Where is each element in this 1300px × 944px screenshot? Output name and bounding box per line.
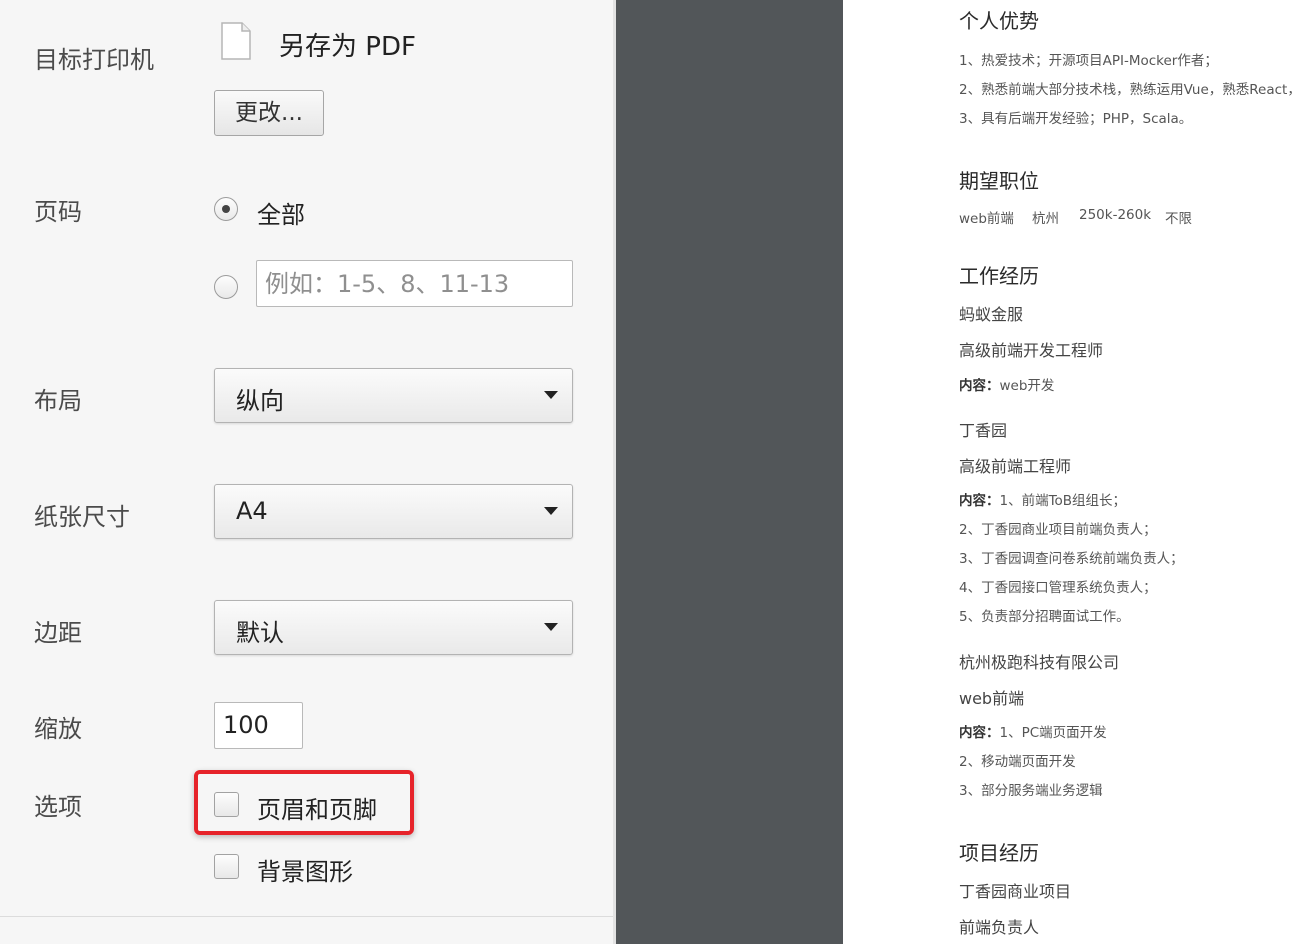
job-content: 内容：1、前端ToB组组长； <box>959 489 1126 509</box>
job-content-line: 1、前端ToB组组长； <box>999 493 1127 509</box>
job-company: 蚂蚁金服 <box>959 305 1024 324</box>
print-preview-page: 个人优势 1、热爱技术；开源项目API-Mocker作者； 2、熟悉前端大部分技… <box>843 0 1300 944</box>
expectation-type: 不限 <box>1165 211 1192 227</box>
job-content-line: 4、丁香园接口管理系统负责人； <box>959 580 1157 596</box>
scale-input[interactable]: 100 <box>214 702 303 749</box>
panel-divider <box>0 916 613 917</box>
job-title: web前端 <box>959 689 1025 708</box>
pages-label: 页码 <box>34 198 82 226</box>
highlight-annotation-box <box>194 770 414 835</box>
pages-custom-input[interactable] <box>256 260 573 307</box>
job-content: 内容：web开发 <box>959 374 1054 394</box>
chevron-down-icon <box>544 623 558 631</box>
job-content-line: 5、负责部分招聘面试工作。 <box>959 609 1130 625</box>
job-content-line: 1、PC端页面开发 <box>999 725 1107 741</box>
job-content-line: 2、丁香园商业项目前端负责人； <box>959 522 1157 538</box>
paper-size-label: 纸张尺寸 <box>34 503 130 531</box>
project-role: 前端负责人 <box>959 918 1040 937</box>
chevron-down-icon <box>544 391 558 399</box>
job-title: 高级前端开发工程师 <box>959 341 1104 360</box>
job-content-label: 内容： <box>959 378 1000 394</box>
expectation-city: 杭州 <box>1032 211 1059 227</box>
expectation-salary: 250k-260k <box>1079 207 1152 223</box>
advantage-item: 3、具有后端开发经验；PHP，Scala。 <box>959 111 1193 127</box>
job-content-line: 3、部分服务端业务逻辑 <box>959 783 1103 799</box>
job-title: 高级前端工程师 <box>959 457 1072 476</box>
scale-label: 缩放 <box>34 715 82 743</box>
job-company: 杭州极跑科技有限公司 <box>959 653 1120 672</box>
options-label: 选项 <box>34 793 82 821</box>
advantages-heading: 个人优势 <box>959 9 1039 33</box>
pages-all-label[interactable]: 全部 <box>257 195 305 230</box>
destination-label: 目标打印机 <box>34 46 154 74</box>
paper-size-select[interactable]: A4 <box>214 484 573 539</box>
document-icon <box>221 22 251 60</box>
job-content-line: web开发 <box>999 378 1055 394</box>
expectation-heading: 期望职位 <box>959 169 1039 193</box>
job-company: 丁香园 <box>959 421 1008 440</box>
chevron-down-icon <box>544 507 558 515</box>
job-content-label: 内容： <box>959 493 1000 509</box>
projects-heading: 项目经历 <box>959 841 1039 865</box>
margins-value: 默认 <box>236 619 284 647</box>
margins-select[interactable]: 默认 <box>214 600 573 655</box>
paper-size-value: A4 <box>236 497 268 525</box>
job-content-line: 3、丁香园调查问卷系统前端负责人； <box>959 551 1184 567</box>
advantage-item: 1、热爱技术；开源项目API-Mocker作者； <box>959 53 1218 69</box>
layout-value: 纵向 <box>236 387 284 415</box>
layout-select[interactable]: 纵向 <box>214 368 573 423</box>
job-content-label: 内容： <box>959 725 1000 741</box>
print-settings-panel: 目标打印机 另存为 PDF 更改... 页码 全部 布局 纵向 纸张尺寸 A4 … <box>0 0 616 944</box>
margins-label: 边距 <box>34 619 82 647</box>
job-content: 内容：1、PC端页面开发 <box>959 721 1107 741</box>
layout-label: 布局 <box>34 387 82 415</box>
destination-name: 另存为 PDF <box>279 32 416 62</box>
work-heading: 工作经历 <box>959 264 1039 288</box>
pages-custom-radio[interactable] <box>214 275 238 299</box>
background-graphics-label[interactable]: 背景图形 <box>257 852 353 887</box>
change-destination-button[interactable]: 更改... <box>214 90 324 136</box>
advantage-item: 2、熟悉前端大部分技术栈，熟练运用Vue，熟悉React， <box>959 82 1300 98</box>
pages-all-radio[interactable] <box>214 197 238 221</box>
expectation-position: web前端 <box>959 211 1014 227</box>
background-graphics-checkbox[interactable] <box>214 854 239 879</box>
project-name: 丁香园商业项目 <box>959 882 1072 901</box>
job-content-line: 2、移动端页面开发 <box>959 754 1076 770</box>
